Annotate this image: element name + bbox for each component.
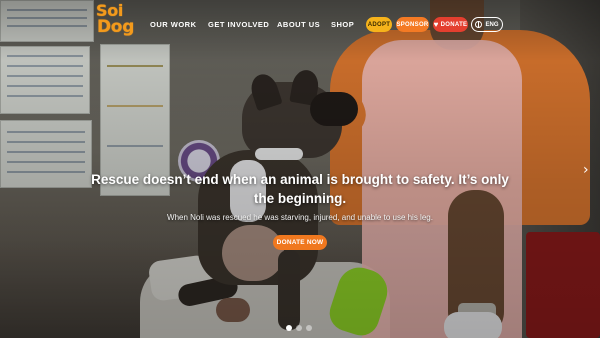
donate-button[interactable]: ♥ DONATE	[433, 17, 468, 32]
donate-label: DONATE	[440, 21, 468, 28]
carousel-dot[interactable]	[286, 325, 292, 331]
nav-item-our-work[interactable]: OUR WORK	[150, 20, 197, 29]
language-label: ENG	[485, 21, 499, 28]
chevron-right-icon[interactable]: ›	[583, 162, 589, 178]
nav-item-get-involved[interactable]: GET INVOLVED	[208, 20, 269, 29]
nav-item-shop[interactable]: SHOP	[331, 20, 354, 29]
soi-dog-logo[interactable]: Soi Dog	[96, 3, 140, 37]
carousel-dot[interactable]	[296, 325, 302, 331]
logo-line-2: Dog	[97, 17, 135, 37]
hero-headline: Rescue doesn’t end when an animal is bro…	[91, 172, 509, 206]
carousel-dot[interactable]	[306, 325, 312, 331]
globe-icon	[475, 21, 483, 28]
hero-subline: When Noli was rescued he was starving, i…	[167, 213, 433, 222]
top-navigation: Soi Dog OUR WORK GET INVOLVED ABOUT US S…	[0, 0, 600, 52]
carousel-indicators	[286, 325, 312, 331]
heart-icon: ♥	[433, 20, 439, 29]
adopt-button[interactable]: ADOPT	[366, 17, 392, 32]
donate-now-button[interactable]: DONATE NOW	[273, 235, 327, 250]
sponsor-button[interactable]: SPONSOR	[396, 17, 429, 32]
nav-item-about-us[interactable]: ABOUT US	[277, 20, 320, 29]
language-selector[interactable]: ENG	[471, 17, 503, 32]
